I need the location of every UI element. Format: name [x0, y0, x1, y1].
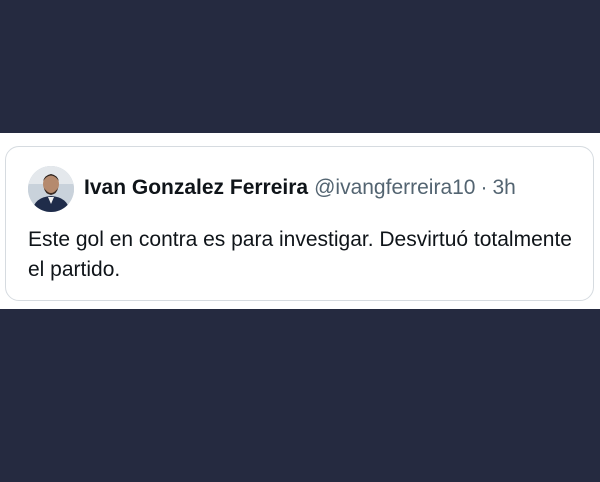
tweet-timestamp[interactable]: 3h — [493, 176, 516, 199]
tweet-header: Ivan Gonzalez Ferreira @ivangferreira10 · 3… — [84, 175, 516, 201]
author-handle[interactable]: @ivangferreira10 — [314, 176, 475, 199]
profile-photo-icon — [28, 166, 74, 212]
author-name[interactable]: Ivan Gonzalez Ferreira — [84, 176, 308, 199]
author-avatar[interactable] — [28, 166, 74, 212]
quoted-tweet-card[interactable]: Ivan Gonzalez Ferreira @ivangferreira10 · 3… — [5, 146, 594, 301]
tweet-text: Este gol en contra es para investigar. D… — [28, 228, 572, 281]
separator-dot: · — [480, 176, 488, 199]
